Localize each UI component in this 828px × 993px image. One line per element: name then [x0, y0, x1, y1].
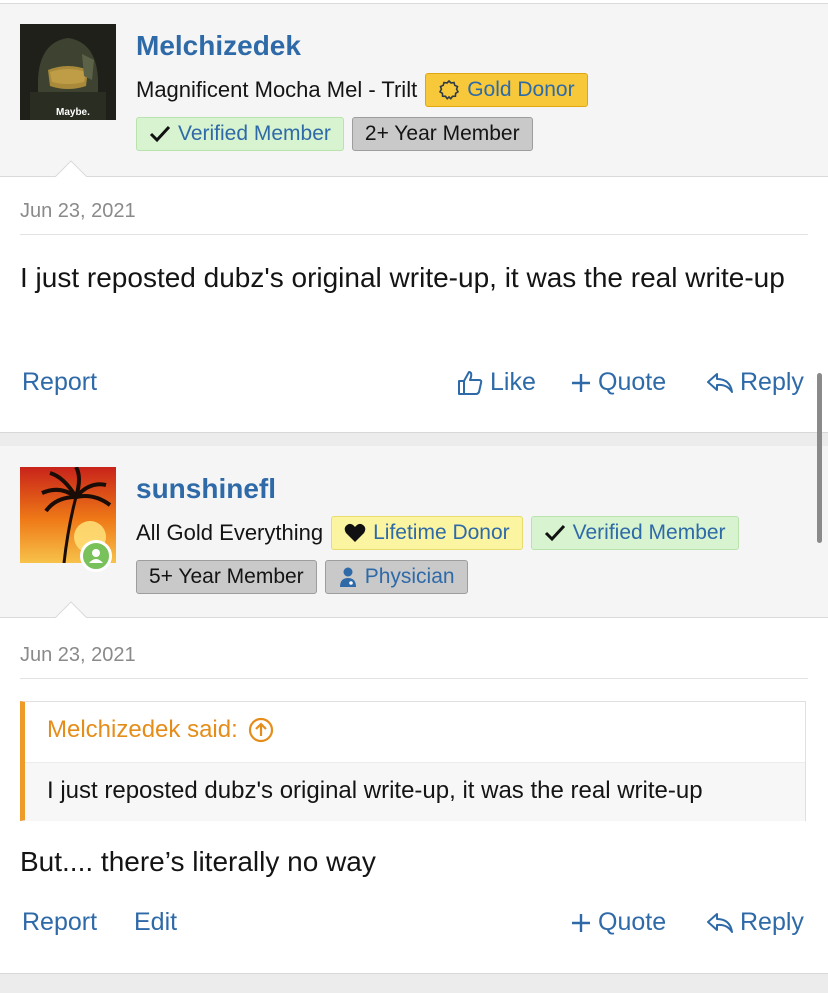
reply-label: Reply — [740, 908, 804, 936]
quote-button[interactable]: Quote — [570, 368, 666, 397]
reply-icon — [707, 372, 733, 393]
verified-member-badge[interactable]: Verified Member — [530, 516, 739, 550]
post-1-user-header: Maybe. Melchizedek Magnificent Mocha Mel… — [0, 3, 828, 178]
quote-text: I just reposted dubz's original write-up… — [47, 777, 703, 804]
check-icon — [149, 125, 171, 143]
post-date[interactable]: Jun 23, 2021 — [20, 200, 136, 223]
reply-icon — [707, 912, 733, 933]
post-body: I just reposted dubz's original write-up… — [20, 262, 785, 293]
like-button[interactable]: Like — [456, 368, 536, 397]
badge-label: Gold Donor — [467, 78, 575, 101]
username[interactable]: sunshinefl — [136, 472, 276, 506]
plus-icon — [572, 373, 590, 392]
badge-label: Verified Member — [178, 122, 331, 145]
avatar[interactable]: Maybe. — [20, 24, 116, 120]
report-link[interactable]: Report — [22, 368, 97, 397]
helmet-avatar-image — [20, 24, 116, 120]
post-2: sunshinefl All Gold Everything Lifetime … — [0, 446, 828, 936]
badge-label: Physician — [364, 565, 455, 588]
post-actions: Report Like Quote Reply — [0, 368, 828, 408]
lifetime-donor-badge[interactable]: Lifetime Donor — [331, 516, 523, 550]
verified-member-badge[interactable]: Verified Member — [136, 117, 344, 151]
user-title: All Gold Everything — [136, 520, 324, 545]
year-member-badge[interactable]: 2+ Year Member — [351, 117, 533, 151]
user-title-line: Magnificent Mocha Mel - Trilt Gold Donor — [136, 73, 588, 107]
post-separator — [0, 973, 828, 993]
post-actions: Report Edit Quote Reply — [0, 908, 828, 948]
date-divider — [20, 234, 808, 235]
doctor-icon — [339, 567, 356, 587]
user-title-line: All Gold Everything Lifetime Donor Verif… — [136, 516, 739, 550]
post-separator — [0, 432, 828, 447]
post-2-user-header: sunshinefl All Gold Everything Lifetime … — [0, 446, 828, 619]
avatar-caption: Maybe. — [56, 107, 90, 118]
online-status-icon — [80, 540, 112, 572]
reply-button[interactable]: Reply — [706, 368, 804, 397]
date-divider — [20, 678, 808, 679]
physician-badge[interactable]: Physician — [324, 560, 468, 594]
like-label: Like — [490, 368, 536, 396]
username[interactable]: Melchizedek — [136, 29, 301, 63]
reply-label: Reply — [740, 368, 804, 396]
thumbs-up-icon — [458, 370, 483, 395]
quote-content: I just reposted dubz's original write-up… — [25, 762, 805, 821]
heart-icon — [344, 523, 366, 542]
post-body: But.... there’s literally no way — [20, 846, 376, 877]
quote-author-label: Melchizedek said: — [47, 716, 238, 743]
badge-row: Verified Member 2+ Year Member — [136, 117, 533, 151]
user-title: Magnificent Mocha Mel - Trilt — [136, 77, 418, 102]
badge-label: 2+ Year Member — [364, 122, 520, 145]
report-link[interactable]: Report — [22, 908, 97, 937]
report-label: Report — [22, 908, 98, 936]
plus-icon — [572, 913, 590, 932]
gold-donor-badge[interactable]: Gold Donor — [425, 73, 588, 107]
check-icon — [544, 524, 565, 542]
quote-label: Quote — [598, 908, 667, 936]
badge-label: Verified Member — [572, 521, 726, 544]
quote-block: Melchizedek said: I just reposted dubz's… — [20, 701, 806, 821]
year-member-badge[interactable]: 5+ Year Member — [136, 560, 317, 594]
badge-label: Lifetime Donor — [373, 521, 510, 544]
go-to-quote-arrow-icon[interactable] — [248, 717, 274, 743]
badge-label: 5+ Year Member — [149, 565, 304, 588]
quote-button[interactable]: Quote — [570, 908, 666, 937]
report-label: Report — [22, 368, 98, 396]
badge-row: 5+ Year Member Physician — [136, 560, 468, 594]
edit-link[interactable]: Edit — [134, 908, 177, 937]
reply-button[interactable]: Reply — [706, 908, 804, 937]
gold-coin-icon — [439, 79, 460, 100]
scrollbar[interactable] — [817, 373, 822, 543]
edit-label: Edit — [134, 908, 178, 936]
quote-attribution[interactable]: Melchizedek said: — [47, 716, 274, 744]
post-1: Maybe. Melchizedek Magnificent Mocha Mel… — [0, 0, 828, 396]
quote-label: Quote — [598, 368, 667, 396]
post-date[interactable]: Jun 23, 2021 — [20, 644, 136, 667]
